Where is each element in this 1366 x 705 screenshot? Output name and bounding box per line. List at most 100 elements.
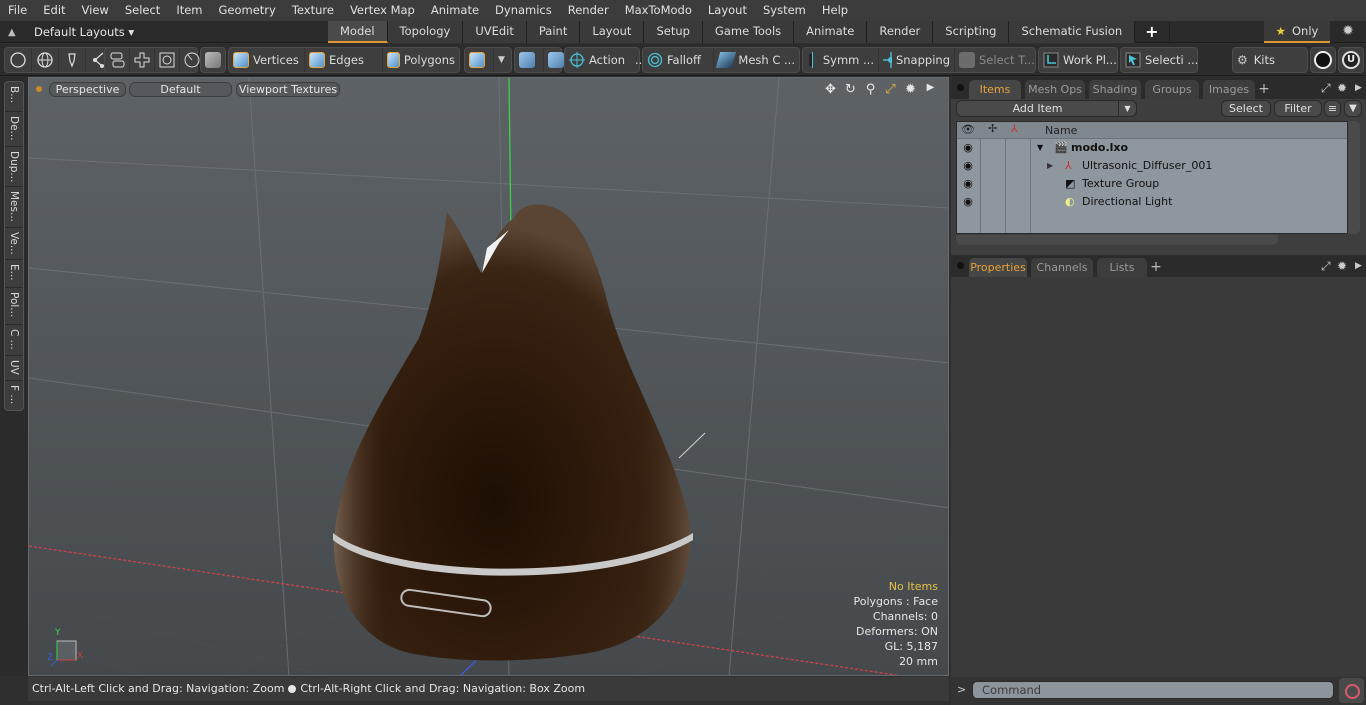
mesh-constraints-button[interactable]: Mesh C ... xyxy=(714,48,799,72)
panel-gear-icon[interactable]: ✹ xyxy=(1337,259,1347,273)
menu-animate[interactable]: Animate xyxy=(423,0,487,21)
kits-button[interactable]: ⚙ Kits xyxy=(1233,48,1279,72)
add-item-button[interactable]: Add Item xyxy=(956,100,1119,117)
edges-button[interactable]: Edges xyxy=(305,48,383,72)
tab-animate[interactable]: Animate xyxy=(794,21,868,43)
expand-toggle[interactable]: ▼ xyxy=(1037,139,1043,157)
command-input[interactable]: Command xyxy=(972,681,1334,699)
tab-topology[interactable]: Topology xyxy=(387,21,464,43)
tab-model[interactable]: Model xyxy=(328,21,388,43)
visibility-eye-icon[interactable]: ◉ xyxy=(961,157,975,175)
frame-icon[interactable] xyxy=(155,48,180,72)
tab-scripting[interactable]: Scripting xyxy=(933,21,1010,43)
menu-render[interactable]: Render xyxy=(560,0,617,21)
menu-vertex-map[interactable]: Vertex Map xyxy=(342,0,423,21)
menu-texture[interactable]: Texture xyxy=(284,0,342,21)
select-through-button[interactable]: Select T... xyxy=(955,48,1039,72)
only-button[interactable]: ★ Only xyxy=(1264,21,1330,43)
item-mode-dropdown[interactable]: ▼ xyxy=(494,48,509,72)
shaded-cube-icon[interactable] xyxy=(201,48,229,72)
tree-row[interactable]: ◉ ▼ 🎬 modo.lxo xyxy=(957,139,1347,157)
name-column-header[interactable]: Name xyxy=(1045,124,1077,137)
lock-column-icon[interactable]: ✢ xyxy=(988,122,997,135)
symmetry-button[interactable]: Symm ... xyxy=(803,48,879,72)
snapping-button[interactable]: Snapping xyxy=(879,48,955,72)
vertical-scrollbar[interactable] xyxy=(1348,121,1360,234)
vertices-button[interactable]: Vertices xyxy=(229,48,305,72)
item-mode-button[interactable] xyxy=(465,48,494,72)
add-tab-button[interactable]: + xyxy=(1135,21,1170,43)
menu-edit[interactable]: Edit xyxy=(35,0,73,21)
vtab-basic[interactable]: B... xyxy=(5,82,23,112)
tree-row[interactable]: ◉ ◩ Texture Group xyxy=(957,175,1347,193)
funnel-filter-icon[interactable]: ▼ xyxy=(1344,100,1362,117)
menu-maxtomodo[interactable]: MaxToModo xyxy=(617,0,700,21)
gear-icon[interactable]: ✹ xyxy=(1338,23,1358,41)
selection-sets-button[interactable]: Selecti ... xyxy=(1121,48,1202,72)
add-properties-tab-button[interactable]: + xyxy=(1149,258,1163,277)
panel-more-icon[interactable]: ▶ xyxy=(1355,261,1362,271)
stack-icon[interactable] xyxy=(105,48,130,72)
type-column-icon[interactable]: ⅄ xyxy=(1011,122,1018,135)
tab-images[interactable]: Images xyxy=(1203,80,1255,99)
fit-icon[interactable]: ⤢ xyxy=(883,82,898,97)
action-center-button[interactable]: Action... xyxy=(565,48,650,72)
viewport-textures-button[interactable]: Viewport Textures xyxy=(236,82,340,97)
menu-system[interactable]: System xyxy=(755,0,814,21)
vtab-curve[interactable]: C ... xyxy=(5,325,23,356)
vtab-vertex[interactable]: Ve... xyxy=(5,228,23,260)
move-icon[interactable]: ✥ xyxy=(823,82,838,97)
tab-channels[interactable]: Channels xyxy=(1031,258,1093,277)
tab-items[interactable]: Items xyxy=(969,80,1021,99)
tab-uvedit[interactable]: UVEdit xyxy=(463,21,527,43)
vtab-uv[interactable]: UV xyxy=(5,356,23,381)
maximize-icon[interactable]: ⤢ xyxy=(1321,259,1331,274)
circle-select-icon[interactable] xyxy=(5,48,32,72)
vtab-edge[interactable]: E... xyxy=(5,260,23,288)
shading-mode-button[interactable]: Default xyxy=(129,82,232,97)
work-plane-button[interactable]: Work Pl... xyxy=(1039,48,1121,72)
rotate-icon[interactable]: ↻ xyxy=(843,82,858,97)
panel-menu-dot[interactable] xyxy=(957,84,964,91)
tab-mesh-ops[interactable]: Mesh Ops xyxy=(1025,80,1085,99)
unreal-button[interactable]: U xyxy=(1338,47,1364,73)
unity-button[interactable] xyxy=(1310,47,1336,73)
menu-help[interactable]: Help xyxy=(814,0,856,21)
tree-row[interactable]: ◉ ◐ Directional Light xyxy=(957,193,1347,211)
zoom-icon[interactable]: ⚲ xyxy=(863,82,878,97)
settings-icon[interactable]: ✹ xyxy=(903,82,918,97)
viewport-status-dot[interactable] xyxy=(36,86,42,92)
view-mode-button[interactable]: Perspective xyxy=(49,82,126,97)
tab-layout[interactable]: Layout xyxy=(580,21,645,43)
maximize-icon[interactable]: ⤢ xyxy=(1321,81,1331,96)
tab-lists[interactable]: Lists xyxy=(1097,258,1147,277)
record-macro-button[interactable] xyxy=(1339,678,1364,703)
select-button[interactable]: Select xyxy=(1221,100,1271,117)
falloff-button[interactable]: Falloff xyxy=(643,48,715,72)
add-panel-tab-button[interactable]: + xyxy=(1257,80,1271,99)
menu-dynamics[interactable]: Dynamics xyxy=(487,0,560,21)
tab-paint[interactable]: Paint xyxy=(526,21,581,43)
vtab-polygon[interactable]: Pol... xyxy=(5,288,23,325)
list-options-icon[interactable]: ≡ xyxy=(1324,100,1341,117)
tab-properties[interactable]: Properties xyxy=(969,258,1027,277)
collapse-up-icon[interactable]: ▲ xyxy=(8,27,20,38)
tab-schematic-fusion[interactable]: Schematic Fusion xyxy=(1009,21,1136,43)
tree-row[interactable]: ◉ ▶ ⅄ Ultrasonic_Diffuser_001 xyxy=(957,157,1347,175)
more-icon[interactable]: ▶ xyxy=(923,82,938,97)
tab-game-tools[interactable]: Game Tools xyxy=(702,21,795,43)
vtab-fusion[interactable]: F ... xyxy=(5,381,23,410)
menu-file[interactable]: File xyxy=(0,0,35,21)
menu-geometry[interactable]: Geometry xyxy=(211,0,284,21)
add-item-dropdown[interactable]: ▼ xyxy=(1118,100,1137,117)
3d-viewport[interactable]: Y X Z Perspective Default Viewport Textu… xyxy=(28,77,949,676)
visibility-column-icon[interactable]: 👁 xyxy=(961,123,975,136)
menu-item[interactable]: Item xyxy=(168,0,210,21)
tab-groups[interactable]: Groups xyxy=(1145,80,1199,99)
panel-menu-dot[interactable] xyxy=(957,262,964,269)
filter-button[interactable]: Filter xyxy=(1274,100,1322,117)
tab-setup[interactable]: Setup xyxy=(644,21,703,43)
polygons-button[interactable]: Polygons xyxy=(383,48,459,72)
tab-shading[interactable]: Shading xyxy=(1089,80,1141,99)
visibility-eye-icon[interactable]: ◉ xyxy=(961,175,975,193)
